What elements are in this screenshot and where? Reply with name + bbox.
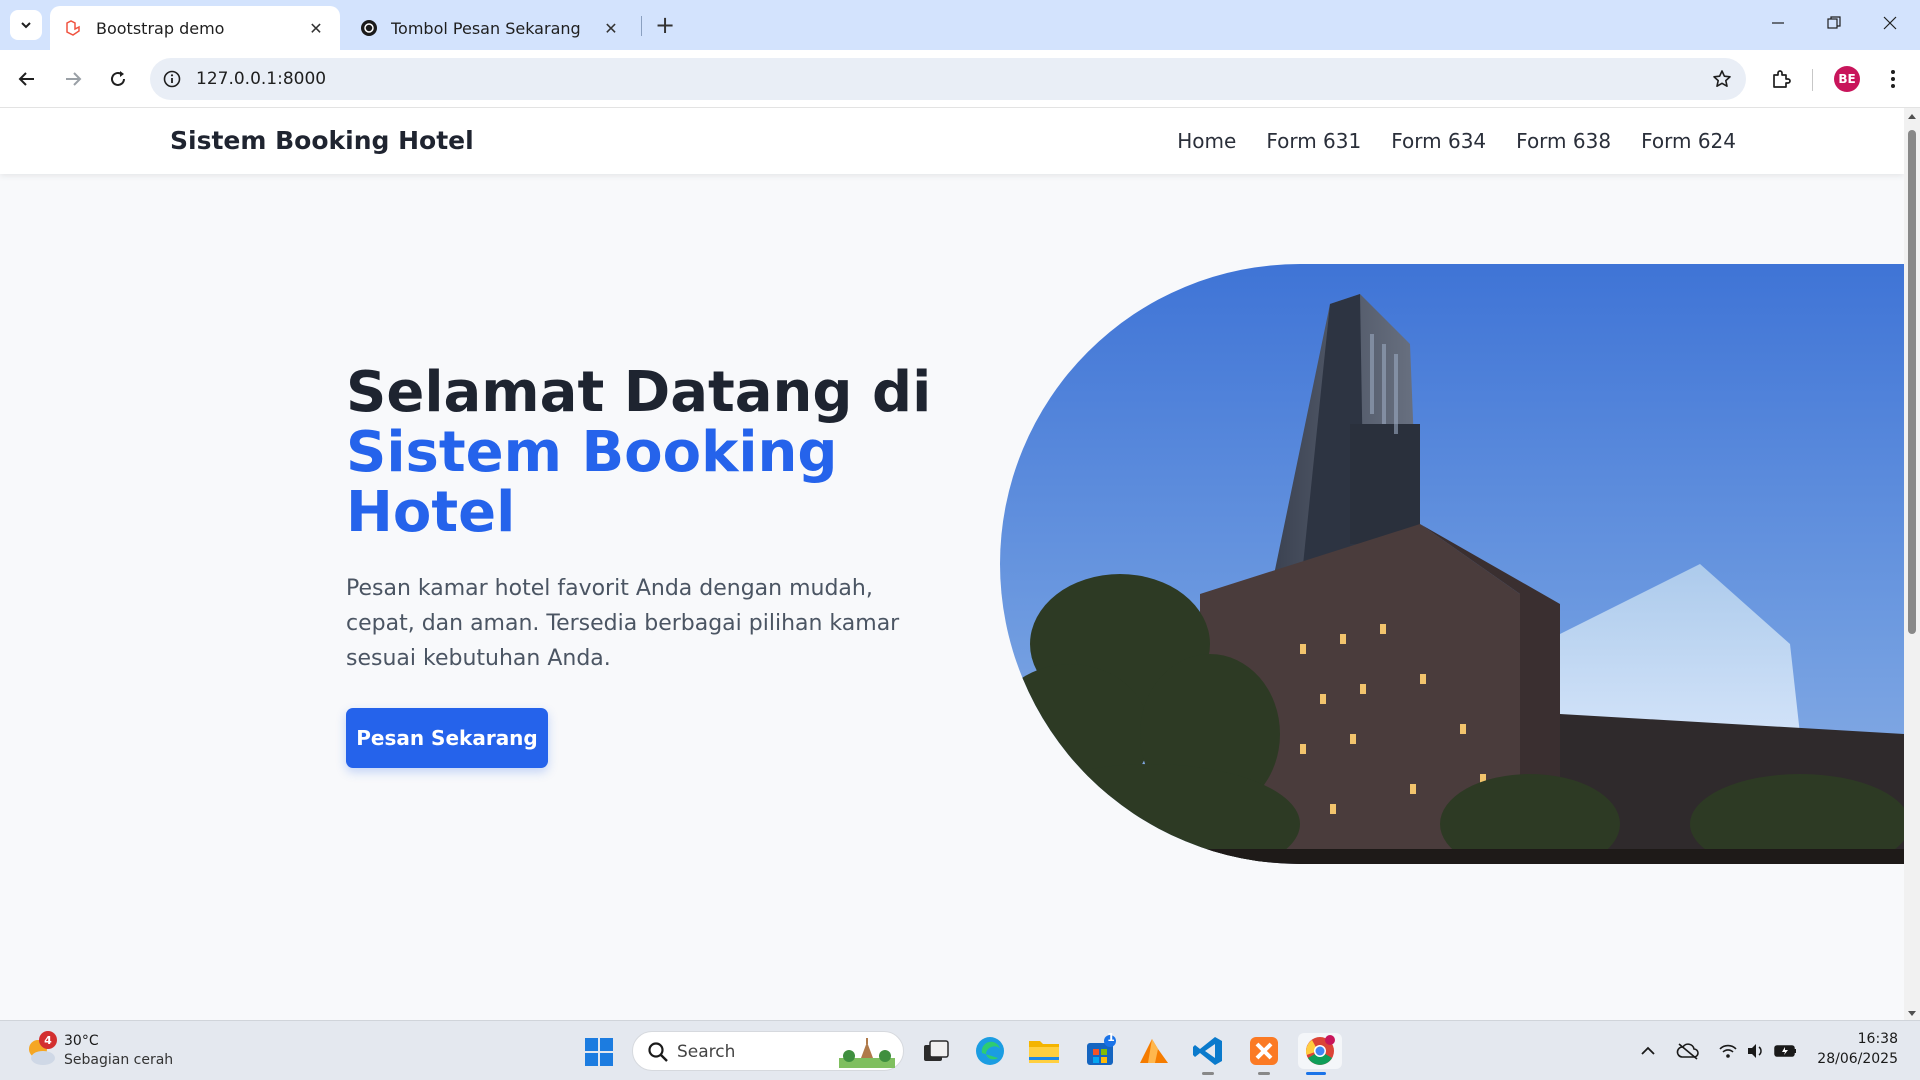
search-label: Search	[677, 1042, 736, 1062]
search-highlight-icon	[839, 1038, 895, 1068]
xampp-icon	[1250, 1037, 1278, 1065]
chrome-icon	[1306, 1035, 1335, 1065]
close-window-button[interactable]	[1862, 0, 1918, 46]
vscode-icon	[1193, 1037, 1222, 1065]
chevron-up-icon	[1641, 1046, 1655, 1055]
weather-badge: 4	[39, 1031, 57, 1049]
tab-tombol-pesan[interactable]: Tombol Pesan Sekarang ✕	[345, 6, 635, 50]
scroll-up-arrow-icon[interactable]	[1907, 112, 1917, 122]
close-icon	[1883, 16, 1897, 30]
onedrive-button[interactable]	[1676, 1039, 1700, 1063]
running-indicator	[1306, 1072, 1326, 1075]
nav-form-638[interactable]: Form 638	[1516, 129, 1611, 153]
url-text: 127.0.0.1:8000	[196, 69, 327, 89]
scroll-down-arrow-icon[interactable]	[1907, 1008, 1917, 1018]
weather-desc: Sebagian cerah	[64, 1052, 174, 1068]
close-tab-icon[interactable]: ✕	[601, 18, 621, 38]
puzzle-icon	[1773, 70, 1791, 88]
cloud-offline-icon	[1676, 1043, 1699, 1060]
web-page: Sistem Booking Hotel Home Form 631 Form …	[0, 108, 1904, 1020]
hero-title-line: Selamat Datang di	[346, 360, 932, 425]
avatar: BE	[1834, 66, 1860, 92]
restore-icon	[1827, 16, 1841, 29]
edge-icon	[976, 1037, 1004, 1065]
store-badge: 1	[1107, 1031, 1115, 1044]
laravel-icon	[64, 18, 84, 38]
chevron-down-icon	[21, 22, 31, 29]
reload-button[interactable]	[99, 60, 137, 98]
nav-form-624[interactable]: Form 624	[1641, 129, 1736, 153]
new-tab-button[interactable]: +	[650, 10, 680, 40]
restore-button[interactable]	[1806, 0, 1862, 46]
clock-date: 28/06/2025	[1817, 1051, 1898, 1067]
edge-app[interactable]	[972, 1033, 1008, 1069]
system-clock[interactable]: 16:38 28/06/2025	[1806, 1029, 1898, 1069]
site-brand[interactable]: Sistem Booking Hotel	[170, 126, 474, 155]
bookmark-star-icon[interactable]	[1710, 67, 1734, 91]
hero-title: Selamat Datang di Sistem Booking Hotel	[346, 363, 966, 543]
nav-home[interactable]: Home	[1177, 129, 1236, 153]
minimize-icon	[1772, 22, 1784, 24]
page-scrollbar[interactable]	[1904, 108, 1920, 1020]
running-indicator	[1258, 1072, 1270, 1075]
taskbar-search[interactable]: Search	[632, 1031, 904, 1071]
search-icon	[648, 1042, 668, 1062]
toolbar-divider	[1812, 69, 1813, 91]
more-vertical-icon	[1891, 70, 1895, 88]
hero-title-accent: Sistem Booking Hotel	[346, 420, 838, 545]
chatgpt-icon	[359, 18, 379, 38]
weather-temp: 30°C	[64, 1033, 99, 1049]
xampp-app[interactable]	[1246, 1033, 1282, 1075]
tab-search-button[interactable]	[10, 10, 42, 40]
address-bar[interactable]: 127.0.0.1:8000	[150, 58, 1746, 100]
scrollbar-thumb[interactable]	[1908, 130, 1916, 634]
battery-charging-icon	[1774, 1045, 1796, 1057]
wifi-icon	[1719, 1044, 1737, 1058]
browser-menu-button[interactable]	[1874, 60, 1912, 98]
task-view-icon	[924, 1040, 949, 1061]
show-hidden-icons-button[interactable]	[1636, 1039, 1660, 1063]
book-now-button[interactable]: Pesan Sekarang	[346, 708, 548, 768]
windows-start-icon[interactable]	[584, 1037, 614, 1067]
vscode-app[interactable]	[1190, 1033, 1226, 1075]
running-indicator	[1202, 1072, 1214, 1075]
nav-form-631[interactable]: Form 631	[1266, 129, 1361, 153]
tab-bootstrap-demo[interactable]: Bootstrap demo ✕	[50, 6, 340, 50]
nav-links: Home Form 631 Form 634 Form 638 Form 624	[1177, 129, 1736, 153]
nav-form-634[interactable]: Form 634	[1391, 129, 1486, 153]
site-info-icon[interactable]	[160, 67, 184, 91]
file-explorer-app[interactable]	[1026, 1033, 1062, 1069]
hotel-image	[1000, 264, 1904, 864]
tab-divider	[641, 16, 642, 36]
arrow-right-icon	[66, 72, 82, 86]
matlab-app[interactable]	[1136, 1033, 1172, 1069]
tab-title: Tombol Pesan Sekarang	[391, 18, 581, 38]
chrome-app[interactable]	[1298, 1033, 1342, 1075]
hero-description: Pesan kamar hotel favorit Anda dengan mu…	[346, 576, 900, 671]
speaker-icon	[1748, 1044, 1762, 1058]
volume-button[interactable]	[1744, 1039, 1768, 1063]
reload-icon	[111, 71, 125, 86]
forward-button[interactable]	[54, 60, 92, 98]
weather-widget[interactable]: 4 30°C Sebagian cerah	[24, 1031, 194, 1071]
back-button[interactable]	[8, 60, 46, 98]
arrow-left-icon	[18, 72, 34, 86]
wifi-button[interactable]	[1716, 1039, 1740, 1063]
battery-button[interactable]	[1774, 1039, 1798, 1063]
task-view-button[interactable]	[918, 1033, 954, 1069]
profile-button[interactable]: BE	[1828, 60, 1866, 98]
windows-taskbar: 4 30°C Sebagian cerah Search 1 16:38 28/…	[0, 1020, 1920, 1080]
folder-icon	[1029, 1041, 1059, 1063]
tab-strip: Bootstrap demo ✕ Tombol Pesan Sekarang ✕…	[0, 0, 1920, 50]
site-navbar: Sistem Booking Hotel Home Form 631 Form …	[0, 108, 1904, 174]
minimize-button[interactable]	[1750, 0, 1806, 46]
extensions-button[interactable]	[1762, 60, 1800, 98]
close-tab-icon[interactable]: ✕	[306, 18, 326, 38]
tab-title: Bootstrap demo	[96, 18, 225, 38]
store-app[interactable]: 1	[1082, 1031, 1118, 1069]
browser-toolbar: 127.0.0.1:8000 BE	[0, 50, 1920, 108]
matlab-icon	[1140, 1039, 1168, 1063]
clock-time: 16:38	[1857, 1031, 1898, 1047]
